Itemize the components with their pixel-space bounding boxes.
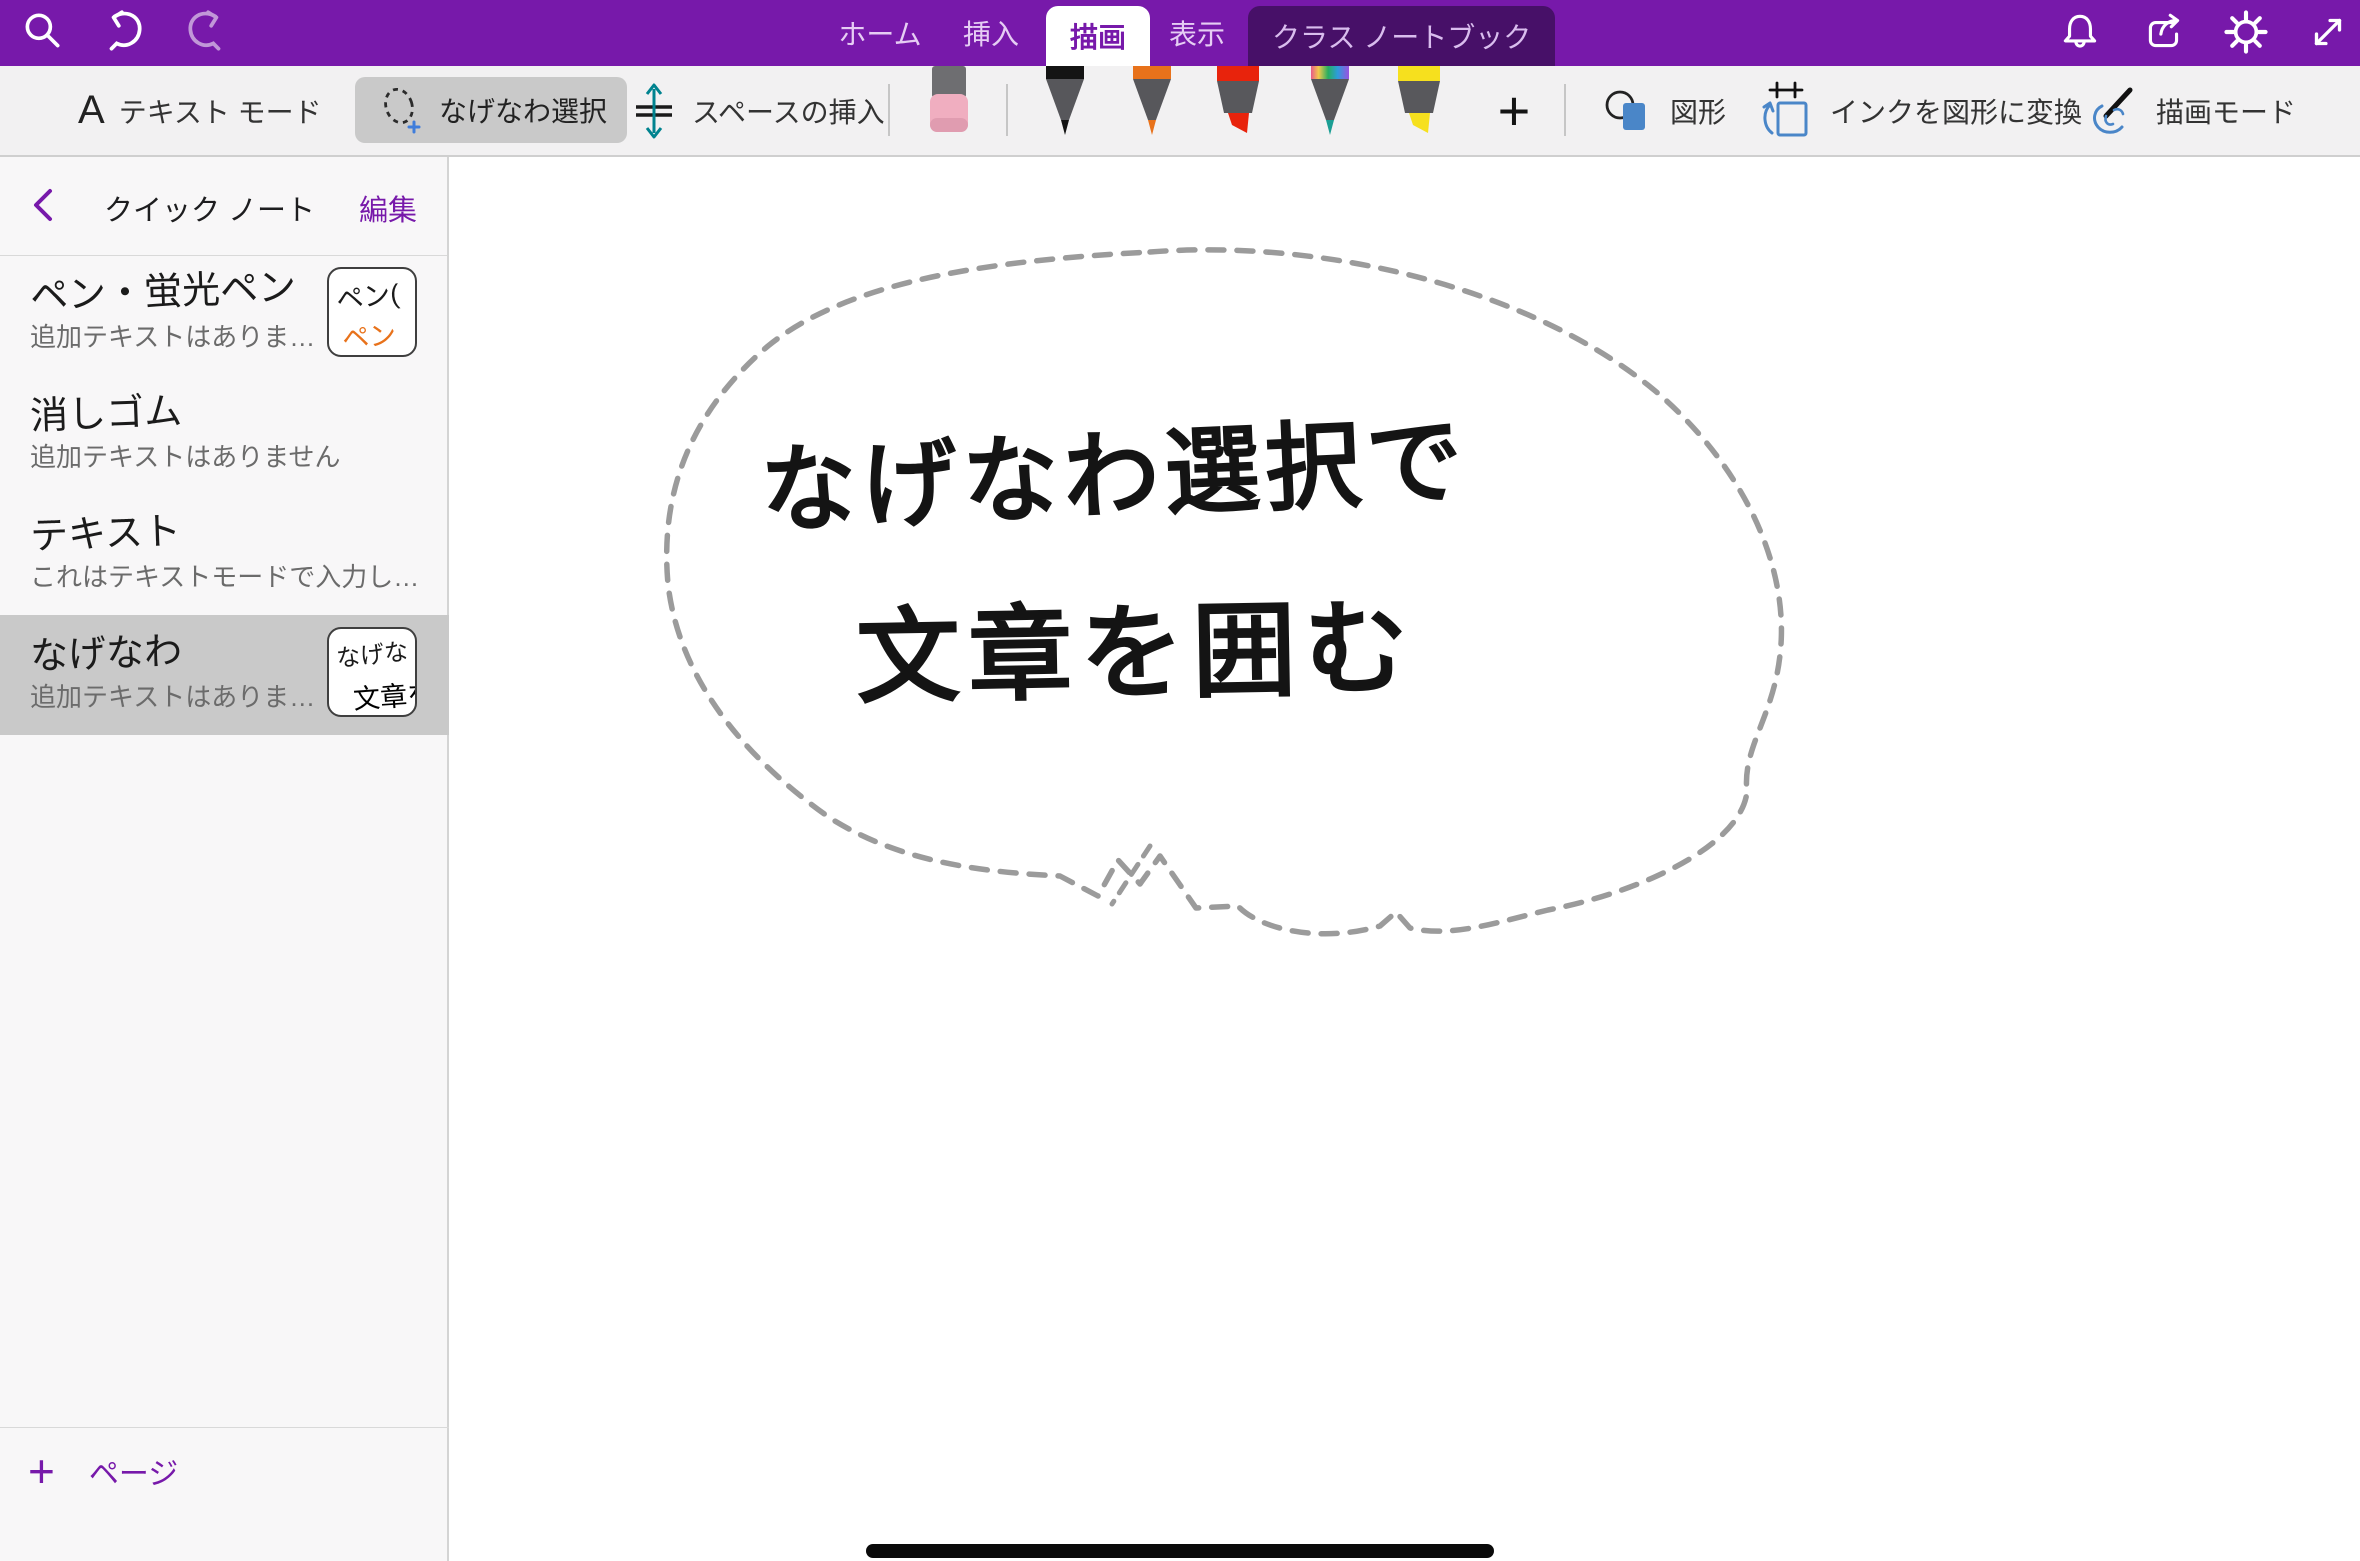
fullscreen-icon[interactable] — [2300, 4, 2356, 60]
page-item-text[interactable]: テキスト これはテキストモードで入力し… — [0, 495, 449, 615]
yellow-highlighter-tool[interactable] — [1392, 66, 1446, 136]
tab-home[interactable]: ホーム — [832, 0, 928, 66]
text-mode-button[interactable]: A テキスト モード — [78, 66, 322, 155]
tab-insert-label: 挿入 — [963, 13, 1019, 53]
shapes-icon — [1600, 83, 1656, 139]
redo-icon[interactable] — [178, 4, 234, 60]
tab-view-label: 表示 — [1169, 13, 1225, 53]
edit-button[interactable]: 編集 — [359, 187, 417, 229]
tab-draw[interactable]: 描画 — [1046, 6, 1150, 66]
lasso-icon — [375, 82, 427, 138]
page-subtitle: 追加テキストはありま… — [30, 317, 315, 354]
lasso-select-button[interactable]: なげなわ選択 — [355, 77, 627, 143]
ink-to-shape-icon — [1756, 77, 1816, 145]
draw-mode-button[interactable]: 描画モード — [2084, 66, 2296, 155]
undo-icon[interactable] — [96, 4, 152, 60]
plus-icon: + — [28, 1448, 55, 1494]
page-thumbnail: なげな 文章を — [327, 627, 417, 717]
tab-class-notebook-label: クラス ノートブック — [1272, 16, 1531, 56]
toolbar-divider — [1006, 84, 1008, 136]
rainbow-pen-tool[interactable] — [1303, 66, 1357, 136]
page-subtitle: 追加テキストはありま… — [30, 677, 315, 714]
page-title-ink: 消しゴム — [29, 380, 183, 440]
share-icon[interactable] — [2136, 4, 2192, 60]
page-list-sidebar: クイック ノート 編集 ペン・蛍光ペン 追加テキストはありま… ペン( ペン 消… — [0, 157, 449, 1561]
draw-toolbar: A テキスト モード なげなわ選択 スペースの挿入 — [0, 66, 2360, 157]
ink-to-shape-button[interactable]: インクを図形に変換 — [1756, 66, 2082, 155]
page-title-ink: テキスト — [29, 500, 182, 560]
page-thumbnail: ペン( ペン — [327, 267, 417, 357]
drawing-canvas[interactable] — [451, 157, 2360, 1561]
add-page-label: ページ — [89, 1449, 178, 1493]
tab-class-notebook[interactable]: クラス ノートブック — [1248, 6, 1555, 66]
insert-space-label: スペースの挿入 — [692, 91, 885, 131]
add-pen-button[interactable]: + — [1482, 66, 1546, 155]
home-indicator-bar[interactable] — [866, 1544, 1494, 1558]
thumbnail-ink-line: 文章を — [352, 672, 417, 717]
draw-mode-label: 描画モード — [2156, 91, 2296, 131]
settings-icon[interactable] — [2218, 4, 2274, 60]
page-item-eraser[interactable]: 消しゴム 追加テキストはありません — [0, 375, 449, 495]
add-page-button[interactable]: + ページ — [0, 1443, 300, 1499]
back-button[interactable] — [26, 183, 66, 227]
red-highlighter-tool[interactable] — [1211, 66, 1265, 136]
thumbnail-ink-line: なげな — [334, 631, 409, 673]
lasso-select-label: なげなわ選択 — [439, 90, 607, 130]
tab-draw-label: 描画 — [1070, 16, 1126, 56]
shapes-button[interactable]: 図形 — [1600, 66, 1726, 155]
handwritten-ink-line-2: 文章を囲む — [855, 563, 1418, 724]
page-subtitle: これはテキストモードで入力し… — [30, 557, 419, 594]
orange-pen-tool[interactable] — [1125, 66, 1179, 136]
thumbnail-ink-line: ペン( — [334, 272, 401, 317]
bell-icon[interactable] — [2052, 4, 2108, 60]
insert-space-icon — [630, 80, 678, 142]
draw-mode-icon — [2084, 82, 2142, 140]
divider — [0, 1427, 449, 1428]
black-pen-tool[interactable] — [1038, 66, 1092, 136]
shapes-label: 図形 — [1670, 91, 1726, 131]
sidebar-header: クイック ノート 編集 — [0, 157, 447, 256]
tab-home-label: ホーム — [838, 13, 921, 53]
insert-space-button[interactable]: スペースの挿入 — [630, 66, 885, 155]
toolbar-divider — [1564, 84, 1566, 136]
page-subtitle: 追加テキストはありません — [30, 437, 340, 474]
thumbnail-ink-line: ペン — [341, 313, 398, 356]
eraser-tool[interactable] — [922, 66, 976, 136]
page-title-ink: なげなわ — [29, 620, 183, 680]
text-mode-label: テキスト モード — [119, 91, 322, 131]
text-mode-icon: A — [78, 88, 105, 133]
notebook-section-title: クイック ノート — [104, 187, 315, 229]
page-item-pen-highlighter[interactable]: ペン・蛍光ペン 追加テキストはありま… ペン( ペン — [0, 255, 449, 375]
tab-view[interactable]: 表示 — [1158, 0, 1236, 66]
search-icon[interactable] — [14, 4, 70, 60]
add-pen-label: + — [1498, 78, 1531, 143]
title-bar: ホーム 挿入 描画 表示 クラス ノートブック — [0, 0, 2360, 66]
tab-insert[interactable]: 挿入 — [952, 0, 1030, 66]
ink-to-shape-label: インクを図形に変換 — [1830, 91, 2082, 131]
page-title-ink: ペン・蛍光ペン — [29, 256, 297, 320]
toolbar-divider — [888, 84, 890, 136]
page-item-lasso[interactable]: なげなわ 追加テキストはありま… なげな 文章を — [0, 615, 449, 735]
